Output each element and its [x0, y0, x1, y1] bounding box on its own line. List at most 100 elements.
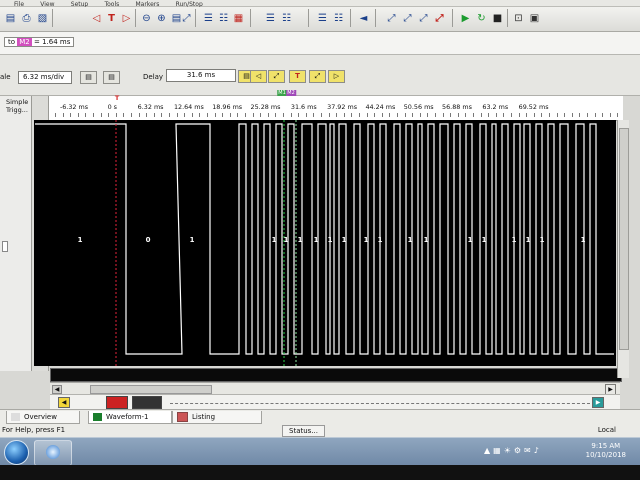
marker-measurement-field[interactable]: to M2 = 1.64 ms	[4, 37, 75, 47]
scroll-left-icon[interactable]: ◀	[52, 385, 62, 394]
save-icon[interactable]: ▤	[2, 10, 19, 27]
delay-right-button[interactable]: ⤢	[309, 70, 326, 83]
segment-label: 1	[314, 236, 319, 244]
taskbar-app-network[interactable]	[34, 440, 72, 466]
signal-row-marker	[2, 241, 8, 252]
zoom-out-button[interactable]: ▤	[103, 71, 120, 84]
horizontal-scroll-thumb[interactable]	[90, 385, 212, 394]
ruler-minor-tick	[602, 113, 604, 117]
ruler-minor-tick	[237, 113, 239, 117]
delay-label: Delay	[143, 73, 164, 81]
marker-right-icon[interactable]: ▷	[118, 10, 135, 27]
ruler-tick-label: 18.96 ms	[212, 103, 243, 111]
start-button-icon[interactable]	[4, 440, 29, 465]
ruler-tick-label: 69.52 ms	[518, 103, 549, 111]
delay-next-button[interactable]: ▷	[328, 70, 345, 83]
ruler-minor-tick	[465, 113, 467, 117]
vertical-scroll-thumb[interactable]	[619, 128, 629, 350]
monitor-bezel	[0, 465, 640, 480]
expand-icon[interactable]: ▦	[230, 10, 247, 27]
run-repetitive-icon[interactable]: ↻	[473, 10, 490, 27]
toolbar-separator	[507, 9, 508, 27]
delay-left-button[interactable]: ⤢	[268, 70, 285, 83]
ruler-minor-tick	[184, 113, 186, 117]
overview-signal	[170, 399, 590, 404]
delay-trigger-button[interactable]: T	[289, 70, 306, 83]
trigger-marker[interactable]: T	[115, 94, 119, 102]
line-icon[interactable]: ⤢	[383, 10, 400, 27]
ruler-minor-tick	[115, 113, 117, 117]
tab-waveform-label: Waveform-1	[106, 413, 149, 421]
vertical-scrollbar[interactable]	[617, 120, 629, 378]
overlay-icon[interactable]: ☷	[278, 10, 295, 27]
delay-input[interactable]: 31.6 ms	[166, 69, 236, 82]
ruler-minor-tick	[594, 113, 596, 117]
ruler-minor-tick	[252, 113, 254, 117]
ruler-minor-tick	[100, 113, 102, 117]
segment-label: 1	[298, 236, 303, 244]
ruler-minor-tick	[587, 113, 588, 117]
list-icon[interactable]: ☰	[314, 10, 331, 27]
ruler-minor-tick	[397, 113, 398, 117]
overview-strip[interactable]: ◀ ▶	[50, 394, 620, 409]
ruler-tick-label: 50.56 ms	[403, 103, 434, 111]
scale-label: ale	[0, 73, 11, 81]
print-icon[interactable]: ⎙	[18, 10, 35, 27]
segment-label: 1	[526, 236, 531, 244]
ruler-minor-tick	[511, 113, 512, 117]
overview-left-icon[interactable]: ◀	[58, 397, 70, 408]
toolbar-separator	[308, 9, 309, 27]
collapse-icon[interactable]: ☰	[262, 10, 279, 27]
overview-window-marker[interactable]	[132, 396, 162, 409]
ruler-minor-tick	[419, 113, 421, 117]
overview-right-icon[interactable]: ▶	[592, 397, 604, 408]
scale-input[interactable]: 6.32 ms/div	[18, 71, 72, 84]
list-icon[interactable]: ☷	[330, 10, 347, 27]
split-icon[interactable]: ⤢	[178, 10, 195, 27]
marker-measurement: to M2 = 1.64 ms	[2, 37, 75, 47]
tab-waveform[interactable]: Waveform-1	[88, 411, 172, 424]
clock[interactable]: 9:15 AM 10/10/2018	[586, 442, 626, 460]
scroll-icon[interactable]: ⤢	[415, 10, 432, 27]
stop-icon[interactable]: ■	[489, 10, 506, 27]
waveform-display[interactable]: 1011111111111111111	[34, 120, 616, 366]
segment-label: 1	[468, 236, 473, 244]
clock-date: 10/10/2018	[585, 451, 626, 459]
ruler-minor-tick	[549, 113, 550, 117]
ruler-tick-label: 63.2 ms	[482, 103, 509, 111]
trigger-line-icon[interactable]: ⤢	[431, 10, 448, 27]
tab-listing[interactable]: Listing	[172, 411, 262, 424]
ruler-minor-tick	[290, 113, 292, 117]
ruler-minor-tick	[473, 113, 474, 117]
menu-bar: File View Setup Tools Markers Run/Stop	[0, 0, 640, 8]
ruler-minor-tick	[480, 113, 482, 117]
ruler-tick-label: 44.24 ms	[365, 103, 396, 111]
delay-prev-button[interactable]: ◁	[250, 70, 267, 83]
print-preview-icon[interactable]: ▧	[34, 10, 51, 27]
overview-trigger-marker[interactable]	[106, 396, 128, 409]
signal-label-panel: Simple Trigg...	[0, 96, 32, 371]
status-button[interactable]: Status...	[282, 425, 325, 437]
toolbar-separator	[195, 9, 196, 27]
ruler-minor-tick	[404, 113, 406, 117]
tab-overview[interactable]: Overview	[6, 411, 80, 424]
run-icon[interactable]: ▶	[457, 10, 474, 27]
sweep-icon[interactable]: ⤢	[399, 10, 416, 27]
ruler-minor-tick	[533, 113, 535, 117]
speaker-icon[interactable]: ◄	[355, 10, 372, 27]
grid-icon[interactable]: ⊡	[510, 10, 527, 27]
ruler-minor-tick	[381, 113, 383, 117]
waveform-svg: 1011111111111111111	[35, 120, 614, 366]
toolbar-separator	[375, 9, 376, 27]
m2-marker-tag[interactable]: M2	[286, 90, 296, 96]
timebase-strip: ale 6.32 ms/div ▤ ▤ Delay 31.6 ms ▤ ◁ ⤢ …	[0, 55, 640, 96]
ruler-minor-tick	[518, 113, 520, 117]
m2-tag: M2	[17, 38, 32, 46]
ruler-minor-tick	[55, 113, 56, 117]
segment-label: 1	[342, 236, 347, 244]
zoom-in-button[interactable]: ▤	[80, 71, 97, 84]
ruler-minor-tick	[85, 113, 87, 117]
system-tray[interactable]: ▲▦☀⚙✉♪	[484, 446, 584, 456]
ruler-minor-tick	[495, 113, 497, 117]
window-icon[interactable]: ▣	[526, 10, 543, 27]
